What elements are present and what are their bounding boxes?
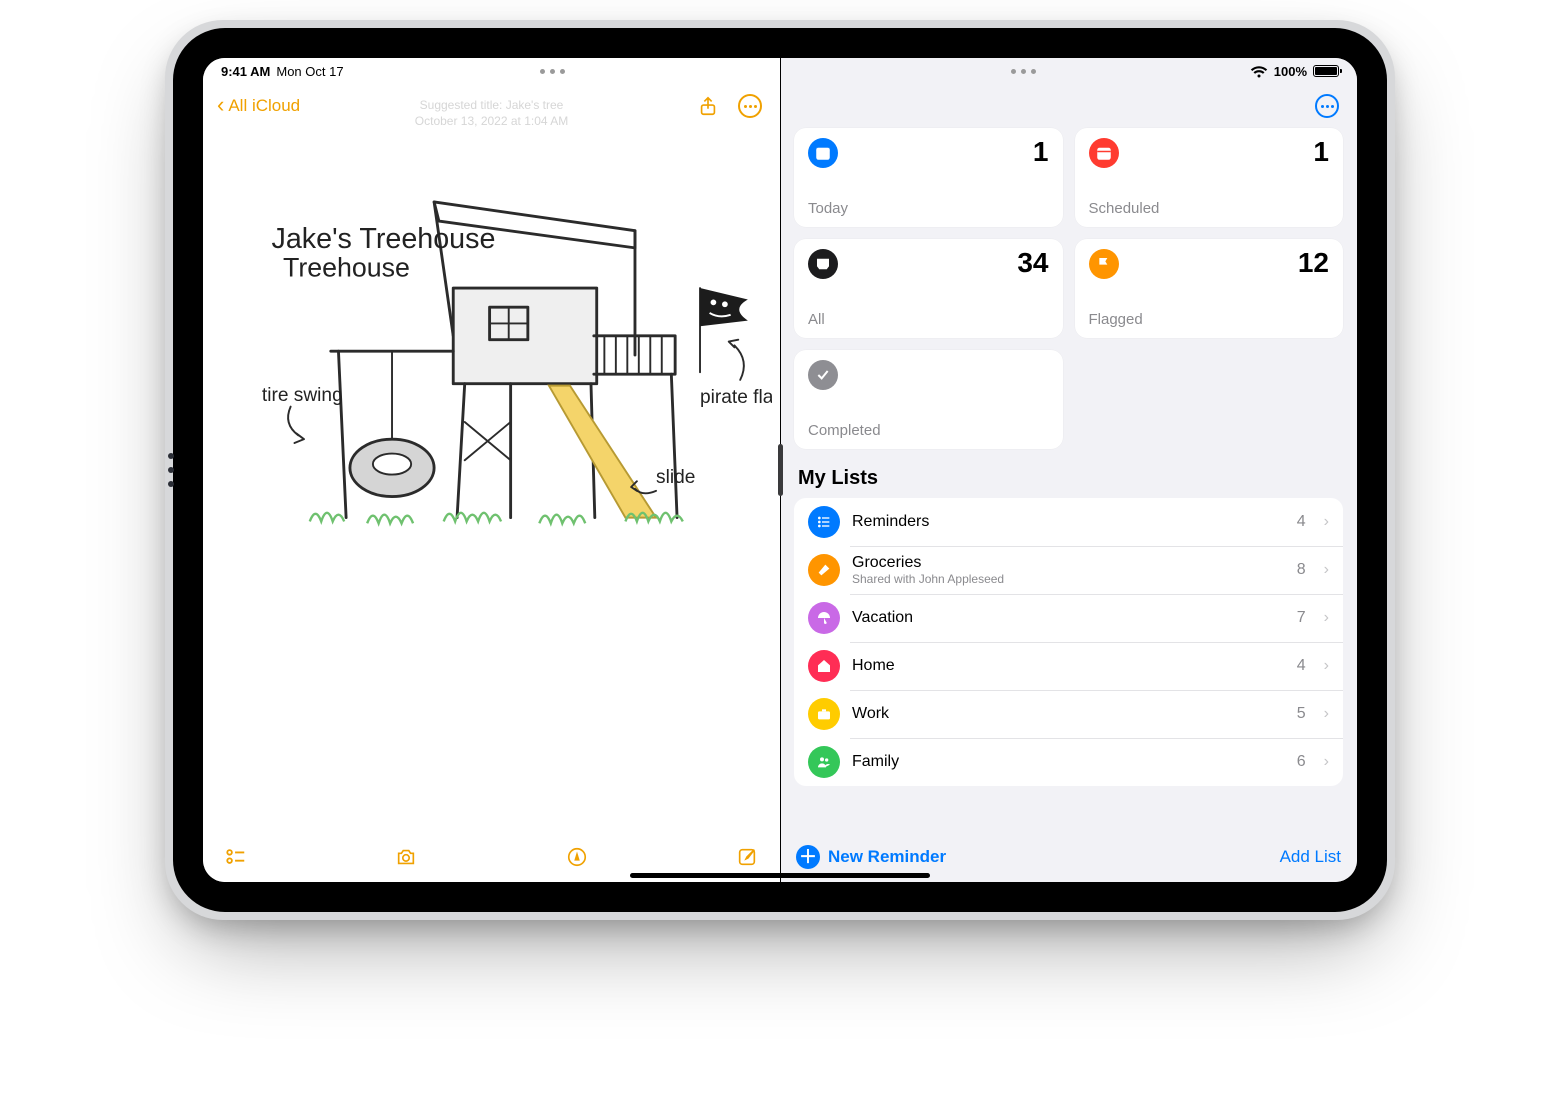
svg-text:pirate flag: pirate flag xyxy=(700,387,772,408)
list-title: Groceries xyxy=(852,554,1285,572)
list-row[interactable]: Family 6 › xyxy=(794,738,1343,786)
treehouse-sketch: .ink{fill:none;stroke:#2b2b2b;stroke-wid… xyxy=(211,135,772,575)
flag-icon xyxy=(1089,249,1119,279)
home-indicator[interactable] xyxy=(630,873,930,878)
chevron-right-icon: › xyxy=(1324,561,1329,579)
notes-app-pane: 9:41 AM Mon Oct 17 ‹ All iCloud xyxy=(203,58,780,882)
wifi-icon xyxy=(1250,65,1268,78)
completed-card[interactable]: Completed xyxy=(794,350,1063,449)
people-icon xyxy=(808,746,840,778)
battery-icon xyxy=(1313,65,1339,77)
list-title: Family xyxy=(852,753,1285,771)
pencil-tip-icon xyxy=(566,846,588,868)
umbrella-icon xyxy=(808,602,840,634)
list-title: Reminders xyxy=(852,513,1285,531)
ellipsis-circle-icon xyxy=(1315,94,1339,118)
carrot-icon xyxy=(808,554,840,586)
list-count: 4 xyxy=(1297,513,1306,531)
note-meta: Suggested title: Jake's tree October 13,… xyxy=(203,98,780,129)
more-button[interactable] xyxy=(1311,90,1343,122)
calendar-today-icon xyxy=(808,138,838,168)
list-icon xyxy=(808,506,840,538)
calendar-icon xyxy=(1089,138,1119,168)
list-count: 8 xyxy=(1297,561,1306,579)
compose-icon xyxy=(736,846,758,868)
checklist-icon xyxy=(225,846,247,868)
scheduled-card[interactable]: 1 Scheduled xyxy=(1075,128,1344,227)
flagged-card[interactable]: 12 Flagged xyxy=(1075,239,1344,338)
list-subtitle: Shared with John Appleseed xyxy=(852,572,1285,586)
list-row[interactable]: GroceriesShared with John Appleseed 8 › xyxy=(794,546,1343,594)
chevron-right-icon: › xyxy=(1324,705,1329,723)
split-view-grabber[interactable] xyxy=(778,444,783,496)
briefcase-icon xyxy=(808,698,840,730)
multitask-dots-icon[interactable] xyxy=(540,69,565,74)
new-reminder-button[interactable]: ＋ New Reminder xyxy=(796,845,946,869)
status-bar-right: 100% xyxy=(780,58,1357,84)
smart-lists-grid: 1 Today 1 Scheduled 34 All xyxy=(780,128,1357,449)
status-bar-left: 9:41 AM Mon Oct 17 xyxy=(203,58,780,84)
list-count: 6 xyxy=(1297,753,1306,771)
checkmark-icon xyxy=(808,360,838,390)
list-count: 7 xyxy=(1297,609,1306,627)
compose-button[interactable] xyxy=(732,841,762,873)
my-lists-heading: My Lists xyxy=(780,449,1357,498)
markup-button[interactable] xyxy=(562,841,592,873)
chevron-right-icon: › xyxy=(1324,657,1329,675)
svg-text:slide: slide xyxy=(656,467,695,488)
list-row[interactable]: Work 5 › xyxy=(794,690,1343,738)
camera-button[interactable] xyxy=(391,841,421,873)
list-row[interactable]: Vacation 7 › xyxy=(794,594,1343,642)
battery-pct: 100% xyxy=(1274,64,1307,79)
chevron-right-icon: › xyxy=(1324,513,1329,531)
list-title: Vacation xyxy=(852,609,1285,627)
list-count: 4 xyxy=(1297,657,1306,675)
plus-circle-icon: ＋ xyxy=(796,845,820,869)
list-row[interactable]: Reminders 4 › xyxy=(794,498,1343,546)
list-row[interactable]: Home 4 › xyxy=(794,642,1343,690)
reminders-app-pane: 100% 1 Today xyxy=(780,58,1357,882)
list-title: Work xyxy=(852,705,1285,723)
add-list-button[interactable]: Add List xyxy=(1280,847,1341,867)
reminders-nav-bar xyxy=(780,84,1357,128)
home-icon xyxy=(808,650,840,682)
svg-text:Treehouse: Treehouse xyxy=(283,253,410,283)
status-time: 9:41 AM xyxy=(221,64,270,79)
multitask-dots-icon[interactable] xyxy=(1011,69,1036,74)
tray-icon xyxy=(808,249,838,279)
chevron-right-icon: › xyxy=(1324,609,1329,627)
my-lists: Reminders4›GroceriesShared with John App… xyxy=(794,498,1343,786)
svg-text:Jake's Treehouse: Jake's Treehouse xyxy=(272,223,496,255)
today-card[interactable]: 1 Today xyxy=(794,128,1063,227)
status-date: Mon Oct 17 xyxy=(276,64,343,79)
note-drawing-canvas[interactable]: .ink{fill:none;stroke:#2b2b2b;stroke-wid… xyxy=(203,129,780,832)
all-card[interactable]: 34 All xyxy=(794,239,1063,338)
camera-icon xyxy=(395,846,417,868)
svg-text:tire swing: tire swing xyxy=(262,385,343,406)
list-title: Home xyxy=(852,657,1285,675)
chevron-right-icon: › xyxy=(1324,753,1329,771)
checklist-button[interactable] xyxy=(221,841,251,873)
list-count: 5 xyxy=(1297,705,1306,723)
